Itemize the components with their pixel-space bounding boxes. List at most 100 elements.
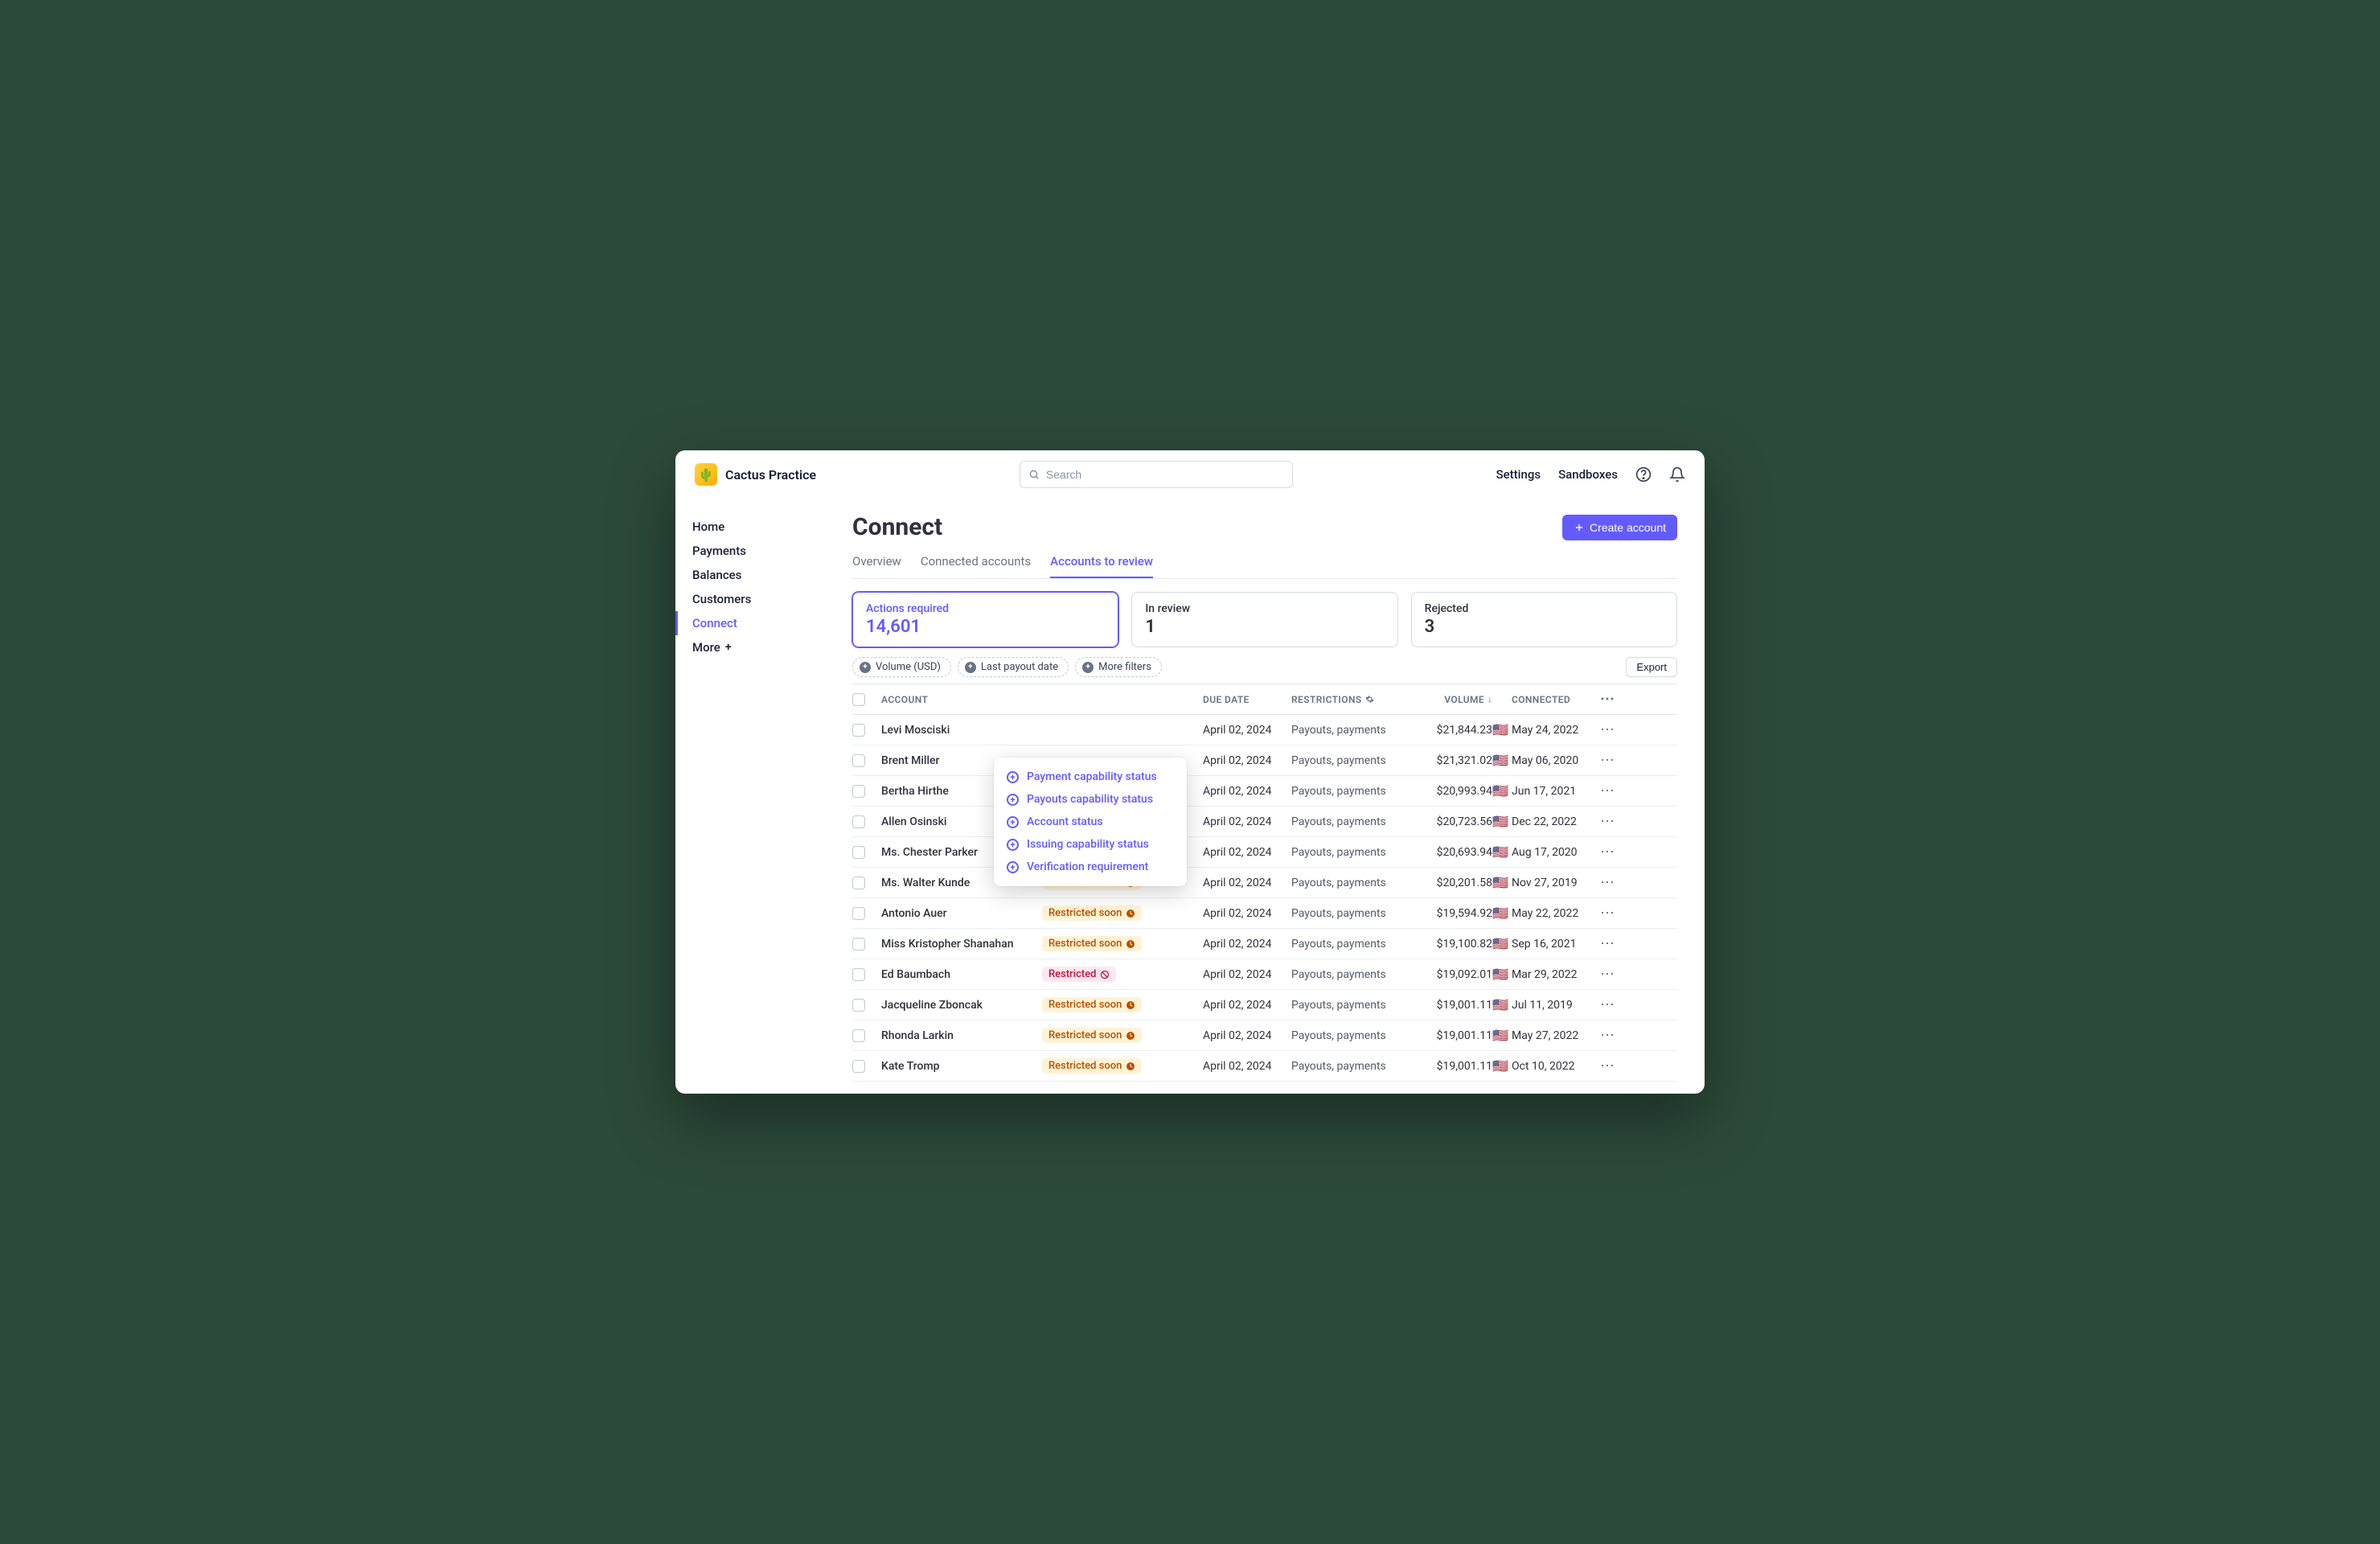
table-row[interactable]: Miss Kristopher ShanahanRestricted soonA… bbox=[852, 929, 1677, 959]
row-more-button[interactable]: ⋯ bbox=[1600, 966, 1624, 983]
header-checkbox[interactable] bbox=[852, 693, 881, 706]
header-volume[interactable]: VOLUME ↓ bbox=[1404, 694, 1492, 705]
cell-flag: 🇺🇸 bbox=[1492, 783, 1512, 799]
us-flag-icon: 🇺🇸 bbox=[1492, 1028, 1508, 1043]
cell-connected: May 24, 2022 bbox=[1512, 724, 1600, 737]
page-header: Connect Create account bbox=[852, 513, 1677, 541]
table-row[interactable]: Ed BaumbachRestrictedApril 02, 2024Payou… bbox=[852, 959, 1677, 990]
row-checkbox[interactable] bbox=[852, 968, 881, 981]
row-checkbox[interactable] bbox=[852, 938, 881, 951]
settings-link[interactable]: Settings bbox=[1496, 467, 1541, 482]
export-button[interactable]: Export bbox=[1626, 657, 1677, 677]
us-flag-icon: 🇺🇸 bbox=[1492, 783, 1508, 799]
row-more-button[interactable]: ⋯ bbox=[1600, 1027, 1624, 1044]
sidebar-item-label: Connect bbox=[692, 616, 737, 630]
cell-volume: $19,092.01 bbox=[1404, 968, 1492, 981]
header-label: RESTRICTIONS bbox=[1291, 694, 1362, 705]
popover-item-account-status[interactable]: +Account status bbox=[994, 811, 1187, 833]
create-account-button[interactable]: Create account bbox=[1562, 515, 1677, 540]
table-row[interactable]: Kate TrompRestricted soonApril 02, 2024P… bbox=[852, 1051, 1677, 1082]
stat-actions-required[interactable]: Actions required 14,601 bbox=[852, 592, 1118, 647]
header-connected[interactable]: CONNECTED bbox=[1512, 694, 1600, 705]
tab-overview[interactable]: Overview bbox=[852, 548, 901, 578]
row-more-button[interactable]: ⋯ bbox=[1600, 996, 1624, 1013]
row-checkbox[interactable] bbox=[852, 754, 881, 767]
tab-accounts-to-review[interactable]: Accounts to review bbox=[1050, 548, 1153, 578]
header-due-date[interactable]: DUE DATE bbox=[1203, 694, 1291, 705]
search-box[interactable] bbox=[1020, 461, 1293, 488]
header-account[interactable]: ACCOUNT bbox=[881, 694, 1042, 705]
stat-in-review[interactable]: In review 1 bbox=[1131, 592, 1397, 647]
popover-item-verification-requirement[interactable]: +Verification requirement bbox=[994, 856, 1187, 878]
row-checkbox[interactable] bbox=[852, 907, 881, 920]
cell-connected: Dec 22, 2022 bbox=[1512, 815, 1600, 828]
row-checkbox[interactable] bbox=[852, 724, 881, 737]
table-row[interactable]: Brent MillerApril 02, 2024Payouts, payme… bbox=[852, 745, 1677, 776]
table-row[interactable]: Levi MosciskiApril 02, 2024Payouts, paym… bbox=[852, 715, 1677, 745]
sidebar-item-customers[interactable]: Customers bbox=[675, 587, 836, 611]
popover-item-issuing-capability-status[interactable]: +Issuing capability status bbox=[994, 833, 1187, 856]
header-more[interactable]: ⋯ bbox=[1600, 691, 1624, 708]
ban-icon bbox=[1100, 970, 1110, 979]
status-badge-restricted-soon: Restricted soon bbox=[1042, 936, 1142, 951]
popover-item-label: Issuing capability status bbox=[1027, 838, 1149, 851]
row-checkbox[interactable] bbox=[852, 1060, 881, 1073]
sidebar-item-balances[interactable]: Balances bbox=[675, 563, 836, 587]
tab-connected-accounts[interactable]: Connected accounts bbox=[921, 548, 1031, 578]
popover-item-payouts-capability-status[interactable]: +Payouts capability status bbox=[994, 788, 1187, 811]
sidebar-item-connect[interactable]: Connect bbox=[675, 611, 836, 635]
cell-restrictions: Payouts, payments bbox=[1291, 999, 1404, 1012]
stat-rejected[interactable]: Rejected 3 bbox=[1411, 592, 1677, 647]
table-row[interactable]: Bertha HirtheApril 02, 2024Payouts, paym… bbox=[852, 776, 1677, 807]
table-row[interactable]: Rhonda LarkinRestricted soonApril 02, 20… bbox=[852, 1020, 1677, 1051]
sidebar-item-more[interactable]: More+ bbox=[675, 635, 836, 659]
row-more-button[interactable]: ⋯ bbox=[1600, 782, 1624, 799]
filter-volume[interactable]: + Volume (USD) bbox=[852, 657, 951, 677]
badge-label: Restricted bbox=[1048, 968, 1096, 980]
popover-item-label: Account status bbox=[1027, 815, 1103, 828]
row-more-button[interactable]: ⋯ bbox=[1600, 844, 1624, 860]
row-checkbox[interactable] bbox=[852, 846, 881, 859]
checkbox-icon bbox=[852, 724, 865, 737]
table-row[interactable]: Jacqueline ZboncakRestricted soonApril 0… bbox=[852, 990, 1677, 1020]
cell-due-date: April 02, 2024 bbox=[1203, 968, 1291, 981]
sidebar-item-payments[interactable]: Payments bbox=[675, 539, 836, 563]
badge-label: Restricted soon bbox=[1048, 1060, 1122, 1072]
row-checkbox[interactable] bbox=[852, 999, 881, 1012]
help-icon[interactable] bbox=[1635, 466, 1652, 482]
popover-item-payment-capability-status[interactable]: +Payment capability status bbox=[994, 766, 1187, 788]
row-more-button[interactable]: ⋯ bbox=[1600, 905, 1624, 922]
table-row[interactable]: Allen OsinskiApril 02, 2024Payouts, paym… bbox=[852, 807, 1677, 837]
row-more-button[interactable]: ⋯ bbox=[1600, 1057, 1624, 1074]
row-more-button[interactable]: ⋯ bbox=[1600, 935, 1624, 952]
table-row[interactable]: Ms. Walter KundeRestricted soonApril 02,… bbox=[852, 868, 1677, 898]
filter-last-payout-date[interactable]: + Last payout date bbox=[958, 657, 1069, 677]
row-checkbox[interactable] bbox=[852, 815, 881, 828]
status-badge-restricted-soon: Restricted soon bbox=[1042, 997, 1142, 1012]
brand[interactable]: 🌵 Cactus Practice bbox=[695, 463, 816, 486]
row-more-button[interactable]: ⋯ bbox=[1600, 813, 1624, 830]
row-more-button[interactable]: ⋯ bbox=[1600, 721, 1624, 738]
row-more-button[interactable]: ⋯ bbox=[1600, 874, 1624, 891]
cell-connected: May 27, 2022 bbox=[1512, 1029, 1600, 1042]
row-checkbox[interactable] bbox=[852, 1029, 881, 1042]
row-checkbox[interactable] bbox=[852, 785, 881, 798]
header-restrictions[interactable]: RESTRICTIONS bbox=[1291, 694, 1404, 705]
filter-more[interactable]: + More filters bbox=[1075, 657, 1162, 677]
stat-label: In review bbox=[1145, 602, 1384, 615]
cell-status: Restricted soon bbox=[1042, 936, 1203, 951]
cell-volume: $19,001.11 bbox=[1404, 1029, 1492, 1042]
row-checkbox[interactable] bbox=[852, 877, 881, 889]
bell-icon[interactable] bbox=[1669, 466, 1685, 482]
sandboxes-link[interactable]: Sandboxes bbox=[1558, 467, 1618, 482]
search-input[interactable] bbox=[1046, 468, 1284, 481]
cell-status: Restricted soon bbox=[1042, 905, 1203, 921]
table-row[interactable]: Antonio AuerRestricted soonApril 02, 202… bbox=[852, 898, 1677, 929]
cell-restrictions: Payouts, payments bbox=[1291, 785, 1404, 798]
cell-volume: $20,993.94 bbox=[1404, 785, 1492, 798]
table-row[interactable]: Ms. Chester ParkerRestricted soonApril 0… bbox=[852, 837, 1677, 868]
sidebar-item-home[interactable]: Home bbox=[675, 515, 836, 539]
row-more-button[interactable]: ⋯ bbox=[1600, 752, 1624, 769]
stat-value: 1 bbox=[1145, 617, 1384, 637]
cell-due-date: April 02, 2024 bbox=[1203, 724, 1291, 737]
